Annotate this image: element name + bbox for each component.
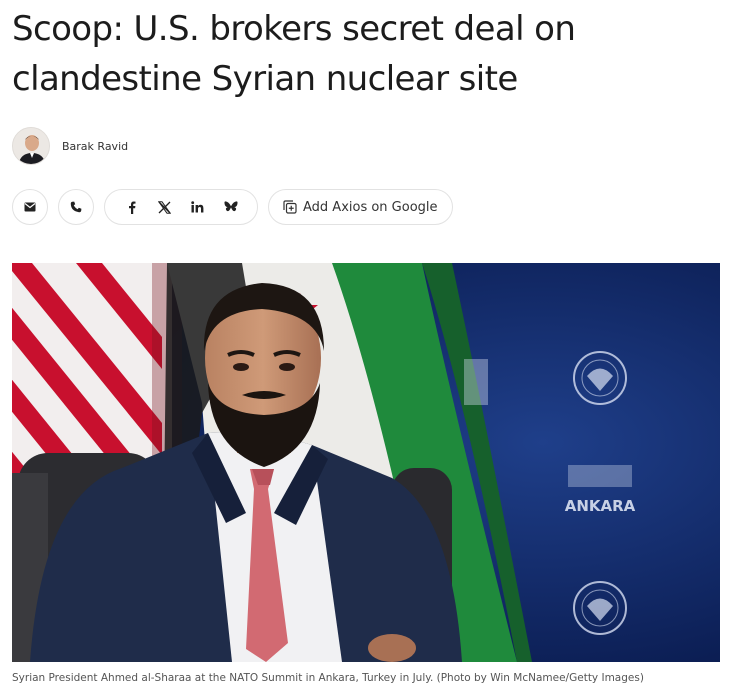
linkedin-share-button[interactable] bbox=[181, 190, 214, 224]
phone-share-button[interactable] bbox=[58, 189, 94, 225]
email-share-button[interactable] bbox=[12, 189, 48, 225]
image-caption: Syrian President Ahmed al-Sharaa at the … bbox=[12, 672, 644, 684]
add-axios-on-google-label: Add Axios on Google bbox=[303, 199, 438, 215]
mail-icon bbox=[24, 202, 36, 212]
social-share-group bbox=[104, 189, 258, 225]
podium-ankara-text: ANKARA bbox=[565, 497, 636, 515]
add-source-icon bbox=[283, 200, 297, 214]
share-toolbar: Add Axios on Google bbox=[12, 189, 453, 225]
author-name[interactable]: Barak Ravid bbox=[62, 140, 128, 153]
phone-icon bbox=[70, 201, 82, 213]
add-axios-on-google-button[interactable]: Add Axios on Google bbox=[268, 189, 453, 225]
bluesky-icon bbox=[223, 201, 238, 213]
bluesky-share-button[interactable] bbox=[214, 190, 247, 224]
linkedin-icon bbox=[191, 201, 204, 213]
x-icon bbox=[158, 200, 171, 214]
article-headline: Scoop: U.S. brokers secret deal on cland… bbox=[12, 9, 576, 99]
byline: Barak Ravid bbox=[12, 127, 128, 165]
author-avatar[interactable] bbox=[12, 127, 50, 165]
article-hero-image: ANKARA bbox=[12, 263, 720, 662]
x-share-button[interactable] bbox=[148, 190, 181, 224]
facebook-share-button[interactable] bbox=[115, 190, 148, 224]
facebook-icon bbox=[128, 201, 136, 214]
